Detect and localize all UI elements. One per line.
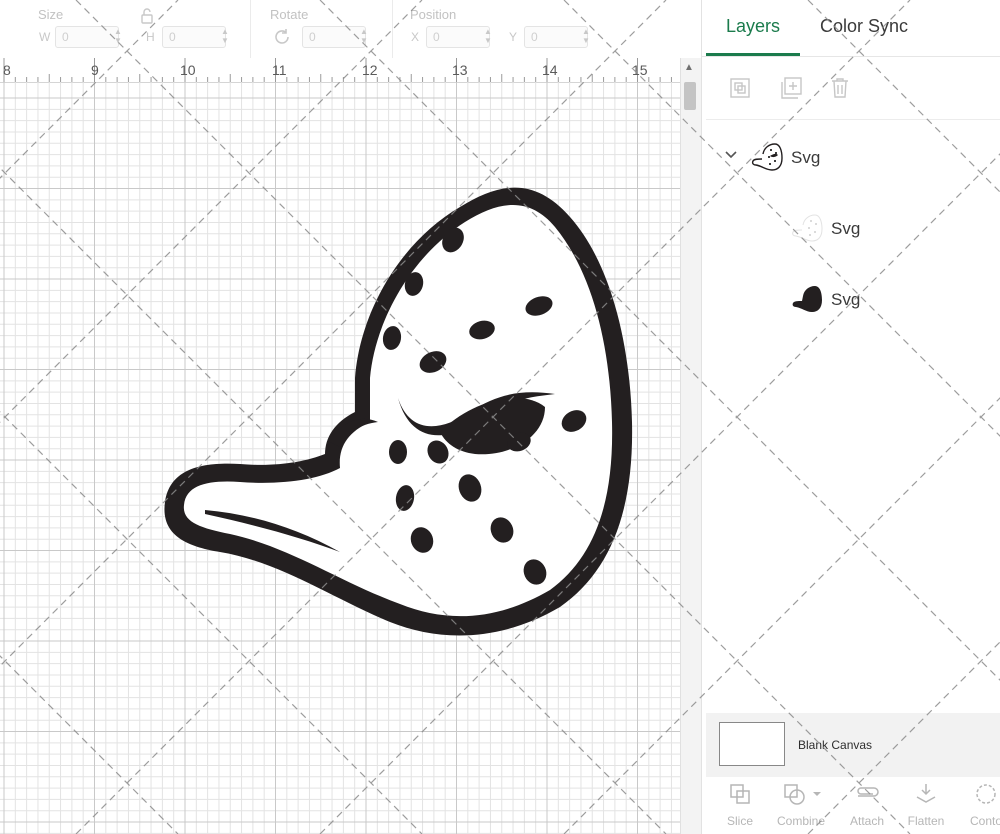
slice-icon xyxy=(710,782,770,811)
tab-layers[interactable]: Layers xyxy=(726,16,780,37)
canvas-grid[interactable] xyxy=(0,82,680,834)
height-stepper[interactable]: ▲ ▼ xyxy=(220,27,230,47)
duck-mask-silhouette-icon xyxy=(790,284,824,319)
flatten-icon xyxy=(896,782,956,811)
attach-button[interactable]: Attach xyxy=(837,780,897,830)
rotate-input[interactable]: 0 xyxy=(302,26,366,48)
tab-color-sync[interactable]: Color Sync xyxy=(820,16,908,37)
y-label: Y xyxy=(509,30,518,44)
scrollbar-thumb[interactable] xyxy=(684,82,696,110)
slice-label: Slice xyxy=(726,814,753,828)
lock-icon[interactable] xyxy=(140,8,154,29)
duck-mask-icon xyxy=(750,142,784,177)
y-position-stepper[interactable]: ▲ ▼ xyxy=(581,27,591,47)
ruler-tick-label: 15 xyxy=(632,62,648,78)
slice-button[interactable]: Slice xyxy=(710,780,770,830)
x-position-input[interactable]: 0 xyxy=(426,26,490,48)
ruler-tick-label: 14 xyxy=(542,62,558,78)
ruler-tick-label: 8 xyxy=(3,62,11,78)
y-position-input[interactable]: 0 xyxy=(524,26,588,48)
attach-icon xyxy=(837,782,897,811)
design-canvas[interactable]: 8 9 10 11 12 13 14 15 xyxy=(0,58,680,834)
layers-panel: Layers Color Sync Svg Svg Svg Blank Canv… xyxy=(701,0,1000,834)
combine-icon xyxy=(771,782,831,811)
ruler-tick-label: 10 xyxy=(180,62,196,78)
tab-divider xyxy=(702,56,1000,57)
combine-button[interactable]: Combine xyxy=(771,780,831,830)
contour-icon xyxy=(956,782,1000,811)
rotate-icon xyxy=(272,27,292,52)
blank-canvas-swatch[interactable] xyxy=(719,722,785,766)
horizontal-ruler: 8 9 10 11 12 13 14 15 xyxy=(0,58,680,83)
flatten-label: Flatten xyxy=(907,814,945,828)
height-label: H xyxy=(146,30,155,44)
toolbar-divider xyxy=(392,0,393,58)
layer-row[interactable]: Svg xyxy=(702,204,1000,254)
layer-row[interactable]: Svg xyxy=(702,133,1000,183)
duplicate-icon[interactable] xyxy=(780,77,804,104)
rotate-stepper[interactable]: ▲ ▼ xyxy=(359,27,369,47)
toolbar: Size W 0 ▲ ▼ H 0 ▲ ▼ Rotate 0 ▲ ▼ Position … xyxy=(0,0,700,58)
layer-name[interactable]: Svg xyxy=(791,148,820,168)
chevron-down-icon[interactable] xyxy=(724,147,738,163)
ruler-tick-label: 13 xyxy=(452,62,468,78)
duck-mask-design[interactable] xyxy=(0,82,680,834)
width-input[interactable]: 0 xyxy=(55,26,119,48)
combine-label: Combine xyxy=(776,814,826,828)
layer-name[interactable]: Svg xyxy=(831,290,860,310)
layer-row[interactable]: Svg xyxy=(702,275,1000,325)
height-input[interactable]: 0 xyxy=(162,26,226,48)
size-label: Size xyxy=(38,7,64,22)
layer-name[interactable]: Svg xyxy=(831,219,860,239)
contour-label: Conto xyxy=(969,814,1000,828)
blank-canvas-row[interactable]: Blank Canvas xyxy=(706,713,1000,777)
ruler-tick-label: 12 xyxy=(362,62,378,78)
blank-canvas-label: Blank Canvas xyxy=(798,738,873,752)
x-label: X xyxy=(411,30,420,44)
position-label: Position xyxy=(410,7,457,22)
toolbar-divider xyxy=(250,0,251,58)
width-label: W xyxy=(39,30,51,44)
delete-icon[interactable] xyxy=(830,77,850,104)
attach-label: Attach xyxy=(849,814,885,828)
contour-button[interactable]: Conto xyxy=(956,780,1000,830)
rotate-label: Rotate xyxy=(270,7,309,22)
scroll-up-arrow-icon[interactable]: ▲ xyxy=(684,62,694,73)
duck-mask-dots-icon xyxy=(790,213,824,248)
width-stepper[interactable]: ▲ ▼ xyxy=(113,27,123,47)
ruler-tick-label: 11 xyxy=(272,62,287,78)
flatten-button[interactable]: Flatten xyxy=(896,780,956,830)
x-position-stepper[interactable]: ▲ ▼ xyxy=(483,27,493,47)
vertical-scrollbar[interactable]: ▲ xyxy=(680,58,701,834)
ruler-tick-label: 9 xyxy=(91,62,99,78)
toolbar-divider xyxy=(706,119,1000,120)
group-icon[interactable] xyxy=(729,77,751,104)
